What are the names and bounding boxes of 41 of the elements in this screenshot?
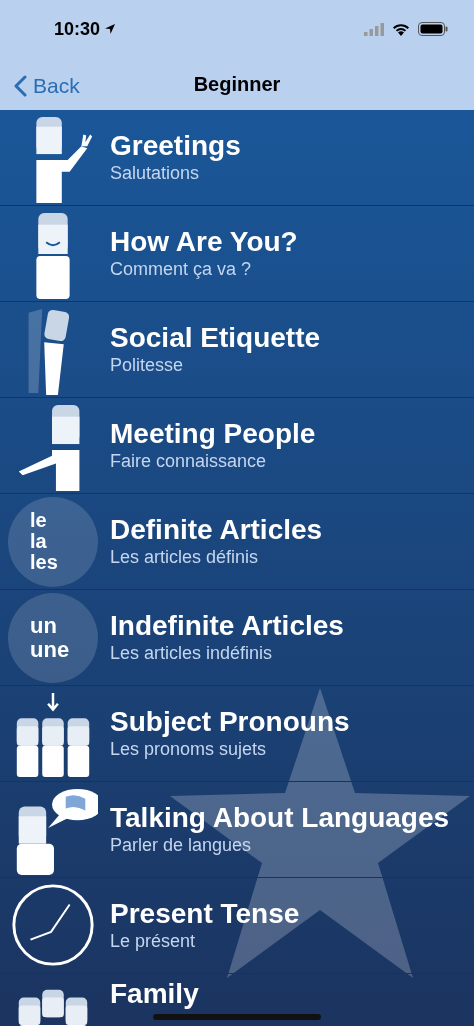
lesson-subtitle: Faire connaissance bbox=[110, 449, 268, 473]
lesson-row[interactable]: Social Etiquette Politesse bbox=[0, 302, 474, 398]
lesson-row[interactable]: Subject Pronouns Les pronoms sujets bbox=[0, 686, 474, 782]
article-word: les bbox=[30, 552, 59, 573]
lesson-title: Talking About Languages bbox=[110, 801, 450, 834]
lesson-subtitle: Le présent bbox=[110, 929, 197, 953]
article-word: une bbox=[30, 637, 71, 661]
lesson-title: Definite Articles bbox=[110, 513, 323, 546]
lesson-subtitle: Les articles définis bbox=[110, 545, 260, 569]
lesson-title: Present Tense bbox=[110, 897, 300, 930]
lesson-title: How Are You? bbox=[110, 225, 298, 258]
battery-icon bbox=[418, 22, 448, 36]
lesson-row[interactable]: Meeting People Faire connaissance bbox=[0, 398, 474, 494]
lesson-title: Social Etiquette bbox=[110, 321, 321, 354]
lesson-subtitle: Parler de langues bbox=[110, 833, 253, 857]
lesson-row[interactable]: un une Indefinite Articles Les articles indéfinis bbox=[0, 590, 474, 686]
article-word: le bbox=[30, 510, 48, 531]
lesson-title: Meeting People bbox=[110, 417, 316, 450]
lesson-title: Family bbox=[110, 978, 199, 1011]
lesson-subtitle: Comment ça va ? bbox=[110, 257, 253, 281]
lesson-title: Greetings bbox=[110, 129, 241, 162]
status-time: 10:30 bbox=[54, 17, 101, 41]
lesson-subtitle: Salutations bbox=[110, 161, 201, 185]
wifi-icon bbox=[392, 22, 410, 36]
lesson-row[interactable]: Talking About Languages Parler de langues bbox=[0, 782, 474, 878]
lesson-subtitle: Les articles indéfinis bbox=[110, 641, 274, 665]
lesson-subtitle: Les pronoms sujets bbox=[110, 737, 268, 761]
signal-icon bbox=[364, 22, 384, 36]
lesson-row[interactable]: Greetings Salutations bbox=[0, 110, 474, 206]
lesson-row[interactable]: Present Tense Le présent bbox=[0, 878, 474, 974]
article-word: la bbox=[30, 531, 48, 552]
lesson-title: Indefinite Articles bbox=[110, 609, 344, 642]
article-word: un bbox=[30, 614, 58, 638]
chevron-left-icon bbox=[14, 74, 27, 97]
lesson-row[interactable]: le la les Definite Articles Les articles définis bbox=[0, 494, 474, 590]
location-arrow-icon bbox=[104, 23, 117, 35]
lesson-row[interactable]: Family bbox=[0, 974, 474, 1026]
lesson-title: Subject Pronouns bbox=[110, 705, 350, 738]
lesson-row[interactable]: How Are You? Comment ça va ? bbox=[0, 206, 474, 302]
lesson-subtitle: Politesse bbox=[110, 353, 185, 377]
screen-title: Beginner bbox=[193, 72, 281, 97]
